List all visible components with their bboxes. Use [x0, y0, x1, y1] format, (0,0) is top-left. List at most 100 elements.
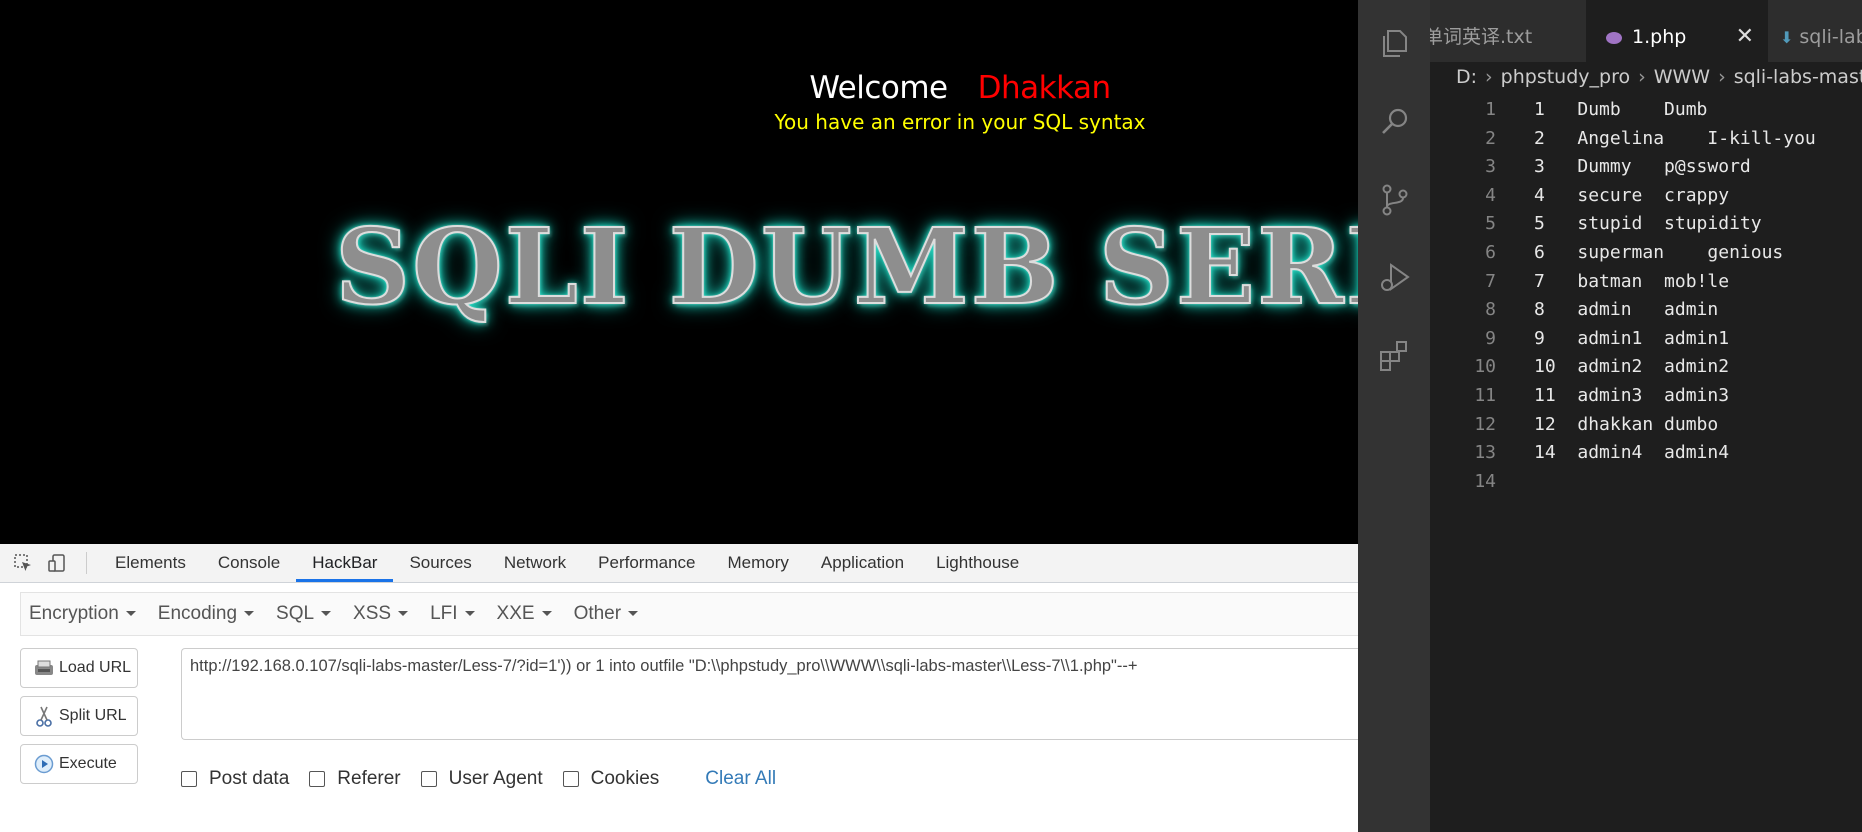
tab-memory[interactable]: Memory: [712, 544, 805, 582]
tab-txt-file[interactable]: 单词英译.txt: [1430, 0, 1586, 62]
menu-lfi[interactable]: LFI: [430, 603, 475, 625]
code-text: 2 Angelina I-kill-you: [1534, 127, 1816, 149]
tab-php-label: 1.php: [1632, 26, 1687, 48]
caret-down-icon: [125, 611, 136, 617]
referer-checkbox[interactable]: [309, 771, 326, 787]
code-text: 1 Dumb Dumb: [1534, 99, 1708, 120]
menu-encryption-label: Encryption: [29, 603, 119, 624]
devtools-tab-bar: Elements Console HackBar Sources Network…: [0, 544, 1358, 583]
line-number: 2: [1485, 127, 1496, 149]
url-input[interactable]: http://192.168.0.107/sqli-labs-master/Le…: [181, 648, 1358, 740]
cookies-option[interactable]: Cookies: [562, 768, 660, 790]
php-file-icon: [1606, 32, 1622, 44]
tab-performance[interactable]: Performance: [582, 544, 711, 582]
inspect-element-icon[interactable]: [12, 552, 34, 574]
code-line[interactable]: 8 8 admin admin: [1430, 296, 1862, 325]
execute-button[interactable]: Execute: [20, 744, 138, 784]
referer-label: Referer: [337, 768, 401, 789]
user-name: Dhakkan: [977, 70, 1112, 106]
post-data-label: Post data: [209, 768, 290, 789]
welcome-line: Welcome Dhakkan: [0, 70, 1358, 106]
run-debug-icon[interactable]: [1375, 258, 1415, 298]
code-line[interactable]: 14: [1430, 468, 1862, 497]
code-text: 9 admin1 admin1: [1534, 327, 1730, 349]
editor-tab-bar: 单词英译.txt 1.php ✕ ⬇ sqli-labs: [1430, 0, 1862, 62]
split-url-button[interactable]: Split URL: [20, 696, 138, 736]
play-icon: [33, 753, 55, 775]
code-line[interactable]: 12 12 dhakkan dumbo: [1430, 411, 1862, 440]
menu-other[interactable]: Other: [574, 603, 639, 625]
activity-bar: [1358, 0, 1430, 832]
menu-xxe[interactable]: XXE: [497, 603, 552, 625]
code-line[interactable]: 3 3 Dummy p@ssword: [1430, 153, 1862, 182]
code-text: 12 dhakkan dumbo: [1534, 413, 1719, 435]
browser-window: Welcome Dhakkan You have an error in your…: [0, 0, 1358, 832]
code-line[interactable]: 7 7 batman mob!le: [1430, 268, 1862, 297]
line-number: 9: [1485, 327, 1496, 349]
caret-down-icon: [464, 611, 475, 617]
caret-down-icon: [244, 611, 255, 617]
tab-sources[interactable]: Sources: [393, 544, 487, 582]
code-line[interactable]: 13 14 admin4 admin4: [1430, 439, 1862, 468]
source-control-icon[interactable]: [1375, 180, 1415, 220]
tab-lighthouse[interactable]: Lighthouse: [920, 544, 1035, 582]
menu-other-label: Other: [573, 603, 622, 624]
breadcrumb: D: › phpstudy_pro › WWW › sqli-labs-master: [1456, 66, 1862, 88]
breadcrumb-drive[interactable]: D:: [1456, 66, 1477, 88]
code-line[interactable]: 11 11 admin3 admin3: [1430, 382, 1862, 411]
code-line[interactable]: 9 9 admin1 admin1: [1430, 325, 1862, 354]
cookies-label: Cookies: [590, 768, 660, 789]
line-number: 6: [1485, 241, 1496, 263]
line-number: 8: [1485, 299, 1496, 321]
post-data-checkbox[interactable]: [181, 771, 197, 787]
tab-1-php[interactable]: 1.php ✕: [1586, 0, 1768, 62]
search-icon[interactable]: [1375, 102, 1415, 142]
vscode-window: 单词英译.txt 1.php ✕ ⬇ sqli-labs D: › phpstudy_…: [1358, 0, 1862, 832]
menu-xxe-label: XXE: [496, 603, 535, 624]
welcome-text: Welcome: [809, 70, 948, 106]
code-text: 7 batman mob!le: [1534, 270, 1730, 292]
tab-txt-label: 单词英译.txt: [1430, 26, 1533, 48]
line-number: 3: [1485, 156, 1496, 178]
tab-elements[interactable]: Elements: [99, 544, 202, 582]
code-text: 5 stupid stupidity: [1534, 213, 1762, 235]
user-agent-option[interactable]: User Agent: [420, 768, 543, 790]
load-url-icon: [33, 657, 55, 679]
menu-lfi-label: LFI: [430, 603, 458, 624]
extensions-icon[interactable]: [1375, 336, 1415, 376]
line-number: 11: [1474, 384, 1496, 406]
load-url-button[interactable]: Load URL: [20, 648, 138, 688]
menu-sql[interactable]: SQL: [276, 603, 332, 625]
user-agent-checkbox[interactable]: [420, 771, 437, 787]
close-icon[interactable]: ✕: [1736, 0, 1754, 62]
post-data-option[interactable]: Post data: [181, 768, 289, 790]
line-number: 12: [1474, 413, 1496, 435]
referer-option[interactable]: Referer: [309, 768, 401, 790]
menu-encoding[interactable]: Encoding: [158, 603, 255, 625]
tab-hackbar[interactable]: HackBar: [296, 544, 394, 582]
breadcrumb-www[interactable]: WWW: [1654, 66, 1710, 88]
device-toolbar-icon[interactable]: [46, 552, 68, 574]
code-line[interactable]: 10 10 admin2 admin2: [1430, 353, 1862, 382]
code-text: 11 admin3 admin3: [1534, 384, 1730, 406]
cookies-checkbox[interactable]: [562, 771, 579, 787]
menu-encryption[interactable]: Encryption: [29, 603, 136, 625]
scissors-icon: [33, 705, 55, 727]
split-url-label: Split URL: [59, 707, 127, 724]
code-line[interactable]: 4 4 secure crappy: [1430, 182, 1862, 211]
clear-all-link[interactable]: Clear All: [705, 768, 776, 790]
code-line[interactable]: 2 2 Angelina I-kill-you: [1430, 125, 1862, 154]
tab-sqli-labs[interactable]: ⬇ sqli-labs: [1768, 0, 1862, 62]
code-line[interactable]: 6 6 superman genious: [1430, 239, 1862, 268]
code-line[interactable]: 1 1 Dumb Dumb: [1430, 96, 1862, 125]
code-editor[interactable]: 1 1 Dumb Dumb 2 2 Angelina I-kill-you 3 3 Dum…: [1430, 96, 1862, 496]
line-number: 7: [1485, 270, 1496, 292]
breadcrumb-sqli-labs[interactable]: sqli-labs-master: [1734, 66, 1862, 88]
tab-network[interactable]: Network: [488, 544, 582, 582]
tab-application[interactable]: Application: [805, 544, 920, 582]
tab-console[interactable]: Console: [202, 544, 296, 582]
code-line[interactable]: 5 5 stupid stupidity: [1430, 210, 1862, 239]
menu-xss[interactable]: XSS: [353, 603, 409, 625]
breadcrumb-phpstudy[interactable]: phpstudy_pro: [1501, 66, 1630, 88]
explorer-icon[interactable]: [1375, 24, 1415, 64]
